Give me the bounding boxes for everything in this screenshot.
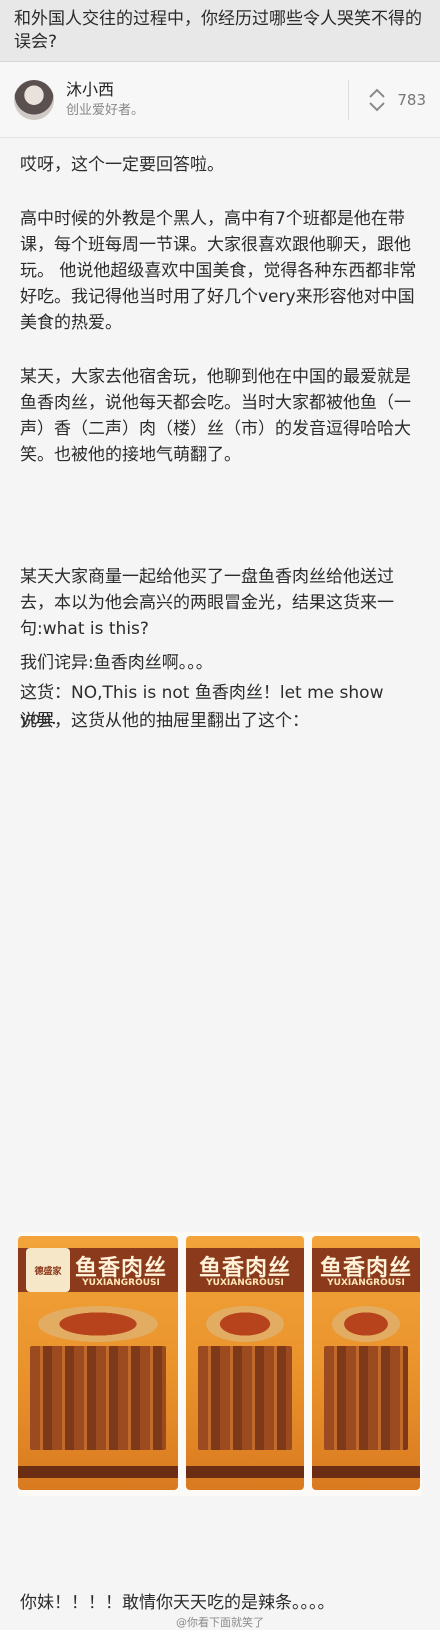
vote-count: 783 <box>397 90 426 109</box>
author-bar: 沐小西 创业爱好者。 783 <box>0 62 440 138</box>
author-info: 沐小西 创业爱好者。 <box>66 80 348 120</box>
question-title[interactable]: 和外国人交往的过程中，你经历过哪些令人哭笑不得的误会? <box>14 8 426 54</box>
answer-final-line: 你妹！！！！敢情你天天吃的是辣条。。。。 <box>20 1593 335 1613</box>
answer-intro: 哎呀，这个一定要回答啦。 <box>20 155 224 175</box>
product-dish-image <box>38 1306 158 1342</box>
vote-button[interactable]: 783 <box>348 79 426 120</box>
product-window <box>30 1346 166 1450</box>
up-down-arrow-icon <box>369 88 386 111</box>
avatar[interactable] <box>14 79 54 120</box>
pack-footer <box>18 1466 178 1478</box>
product-pinyin: YUXIANGROUSI <box>82 1278 160 1288</box>
answer-paragraph-dorm: 某天，大家去他宿舍玩，他聊到他在中国的最爱就是鱼香肉丝，说他每天都会吃。当时大家… <box>20 367 411 465</box>
answer-paragraph-teacher: 高中时候的外教是个黑人，高中有7个班都是他在带课，每个班每周一节课。大家很喜欢跟… <box>20 209 417 333</box>
product-pinyin: YUXIANGROUSI <box>206 1278 284 1288</box>
answer-paragraph-gift: 某天大家商量一起给他买了一盘鱼香肉丝给他送过去，本以为他会高兴的两眼冒金光，结果… <box>20 567 394 639</box>
product-window <box>324 1346 408 1450</box>
author-name[interactable]: 沐小西 <box>66 80 348 100</box>
product-pinyin: YUXIANGROUSI <box>327 1278 405 1288</box>
product-pack: 鱼香肉丝 YUXIANGROUSI <box>186 1236 304 1490</box>
pack-footer <box>312 1466 420 1478</box>
answer-line-drawer: 说罢，这货从他的抽屉里翻出了这个： <box>20 711 309 731</box>
question-header[interactable]: 和外国人交往的过程中，你经历过哪些令人哭笑不得的误会? <box>0 0 440 62</box>
product-pack: 德盛家 鱼香肉丝 YUXIANGROUSI <box>18 1236 178 1490</box>
product-photo[interactable]: 德盛家 鱼香肉丝 YUXIANGROUSI 鱼香肉丝 YUXIANGROUSI … <box>18 1232 422 1496</box>
product-dish-image <box>206 1306 284 1342</box>
product-window <box>198 1346 292 1450</box>
watermark: @你看下面就笑了 <box>176 1616 264 1629</box>
answer-line-surprise: 我们诧异:鱼香肉丝啊。。。 <box>20 653 213 673</box>
product-dish-image <box>332 1306 400 1342</box>
author-bio: 创业爱好者。 <box>66 102 145 118</box>
product-pack: 鱼香肉丝 YUXIANGROUSI <box>312 1236 420 1490</box>
pack-footer <box>186 1466 304 1478</box>
